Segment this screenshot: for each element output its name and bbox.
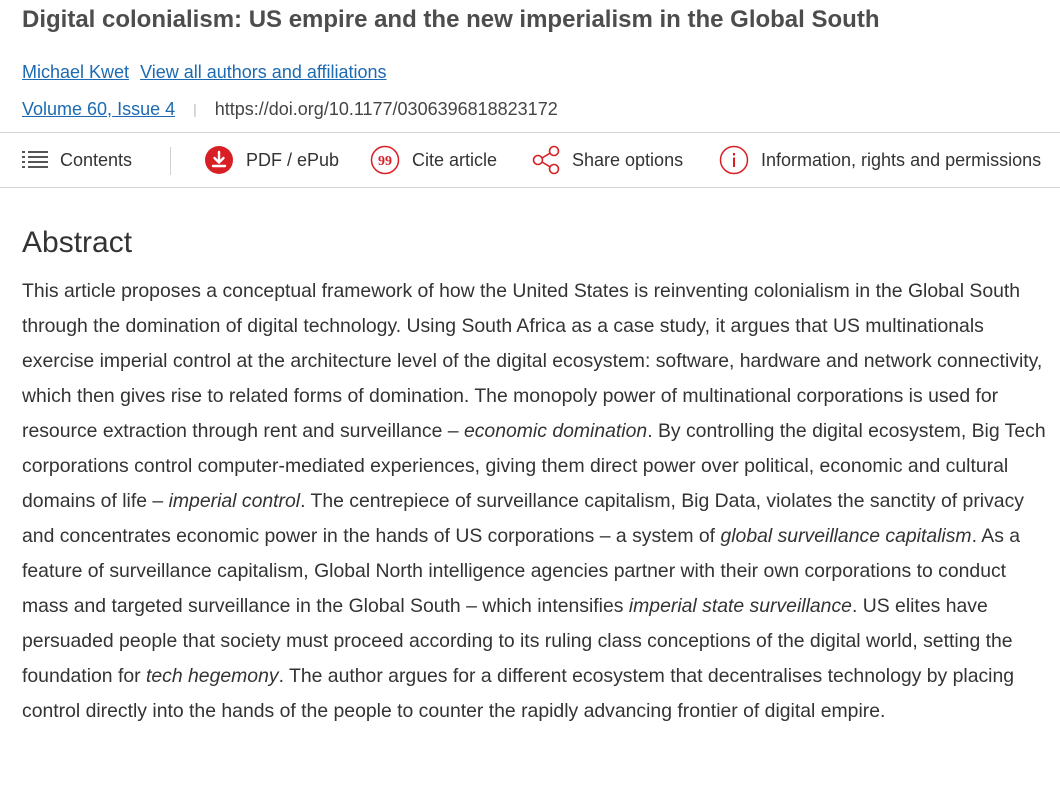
contents-button[interactable]: Contents <box>22 133 132 187</box>
abstract-text: This article proposes a conceptual frame… <box>22 274 1047 729</box>
abstract-emphasis: imperial control <box>168 490 301 512</box>
abstract-heading: Abstract <box>22 226 133 259</box>
abstract-emphasis: imperial state surveillance <box>628 595 852 617</box>
all-authors-link[interactable]: View all authors and affiliations <box>140 62 387 82</box>
article-toolbar: Contents PDF / ePub 99 Cite article Shar… <box>0 132 1060 188</box>
download-icon <box>204 145 234 175</box>
doi-text: https://doi.org/10.1177/0306396818823172 <box>214 99 558 119</box>
list-icon <box>22 150 48 170</box>
abstract-segment: This article proposes a conceptual frame… <box>22 280 1043 442</box>
meta-separator: | <box>193 101 197 117</box>
share-options-button[interactable]: Share options <box>532 133 683 187</box>
share-options-label: Share options <box>572 149 684 170</box>
info-icon <box>719 145 749 175</box>
abstract-emphasis: economic domination <box>463 420 648 442</box>
publication-meta: Volume 60, Issue 4 | https://doi.org/10.… <box>22 97 558 121</box>
cite-article-label: Cite article <box>412 149 498 170</box>
author-link[interactable]: Michael Kwet <box>22 62 129 82</box>
share-icon <box>532 145 560 175</box>
svg-text:99: 99 <box>378 154 392 169</box>
abstract-emphasis: tech hegemony <box>145 665 279 687</box>
pdf-epub-label: PDF / ePub <box>246 149 340 170</box>
information-rights-label: Information, rights and permissions <box>761 149 1042 170</box>
article-title: Digital colonialism: US empire and the n… <box>22 6 880 33</box>
contents-label: Contents <box>60 149 133 170</box>
cite-article-button[interactable]: 99 Cite article <box>370 133 497 187</box>
pdf-epub-button[interactable]: PDF / ePub <box>204 133 339 187</box>
volume-issue-link[interactable]: Volume 60, Issue 4 <box>22 97 175 121</box>
toolbar-divider <box>170 147 171 175</box>
author-line: Michael Kwet View all authors and affili… <box>22 60 393 84</box>
abstract-emphasis: global surveillance capitalism <box>720 525 972 547</box>
information-rights-button[interactable]: Information, rights and permissions <box>719 133 1041 187</box>
quote-icon: 99 <box>370 145 400 175</box>
article-page: Digital colonialism: US empire and the n… <box>0 0 1060 801</box>
